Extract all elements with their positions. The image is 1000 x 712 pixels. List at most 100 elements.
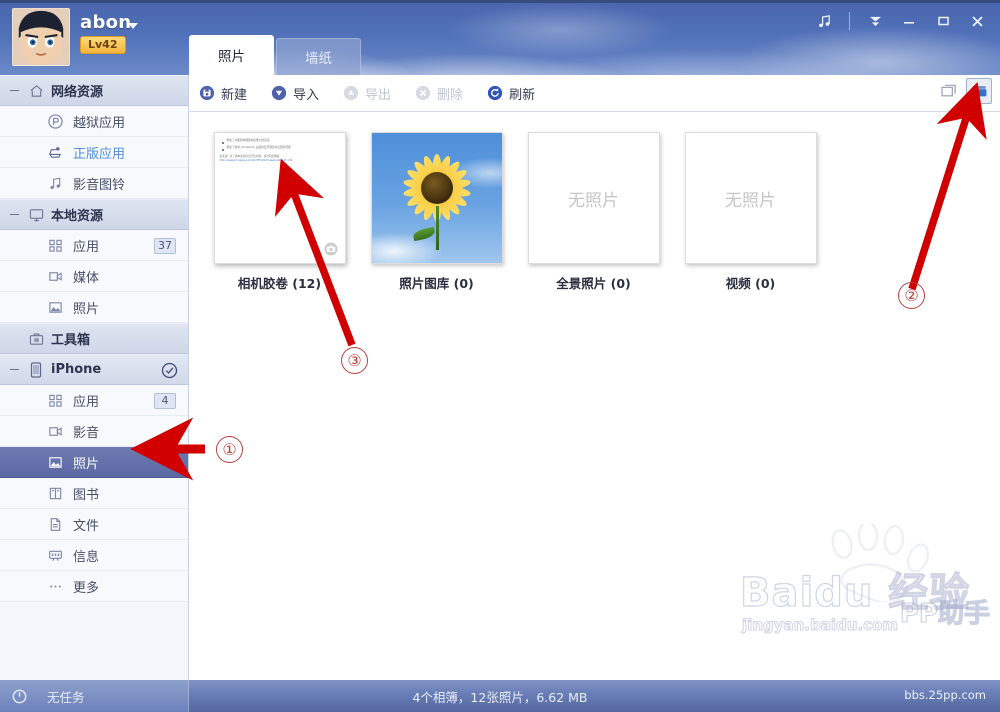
screenshot-preview: 修复了可能影响键盘响应能力的错误 修复了启用 VoiceOver 后使用蓝牙键盘…	[214, 133, 345, 263]
album-label: 全景照片 (0)	[556, 276, 631, 291]
album-label: 视频 (0)	[725, 276, 776, 291]
toolbar-label: 删除	[437, 87, 464, 103]
watermark: Baidu 经验 jingyan.baidu.com PP助手	[739, 524, 991, 646]
toolbar-delete-button[interactable]: 删除	[405, 75, 477, 112]
sidebar-item-device-photos[interactable]: 照片	[0, 447, 188, 478]
minimize-button[interactable]	[892, 8, 926, 34]
sidebar-item-official-apps[interactable]: 正版应用	[0, 137, 188, 168]
toolbox-icon	[27, 332, 45, 346]
toolbar: 新建 导入 导出 删除 刷新	[189, 75, 1000, 112]
apple-store-icon	[46, 143, 64, 161]
toolbar-import-button[interactable]: 导入	[261, 75, 333, 112]
status-site-label: bbs.25pp.com	[904, 688, 986, 702]
watermark-product: PP助手	[899, 598, 990, 629]
sidebar-item-local-apps[interactable]: 应用 37	[0, 230, 188, 261]
watermark-url: jingyan.baidu.com	[742, 616, 899, 635]
album-thumbnail[interactable]: 修复了可能影响键盘响应能力的错误 修复了启用 VoiceOver 后使用蓝牙键盘…	[213, 132, 346, 264]
status-summary: 4个相簿，12张照片，6.62 MB	[412, 689, 588, 705]
album-thumbnail[interactable]: 无照片	[527, 132, 660, 264]
sidebar-group-network[interactable]: 网络资源	[0, 75, 188, 106]
photo-icon	[46, 298, 64, 316]
book-icon	[46, 484, 64, 502]
sidebar-group-label: 网络资源	[51, 85, 104, 100]
sidebar-group-iphone[interactable]: iPhone	[0, 354, 188, 385]
toolbar-export-button[interactable]: 导出	[333, 75, 405, 112]
pp-icon	[46, 112, 64, 130]
level-badge: Lv42	[80, 36, 126, 54]
annotation-marker-2: ②	[898, 282, 925, 309]
sidebar-item-device-books[interactable]: 图书	[0, 478, 188, 509]
sidebar-item-device-messages[interactable]: 信息	[0, 540, 188, 571]
album-thumbnail[interactable]	[370, 132, 503, 264]
tab-photos[interactable]: 照片	[189, 35, 274, 75]
sidebar-item-label: 越狱应用	[73, 115, 126, 131]
sidebar-group-label: 本地资源	[51, 209, 104, 224]
sidebar-item-label: 图书	[73, 487, 100, 503]
sidebar-item-label: 更多	[73, 580, 100, 596]
tab-bar: 照片 墙纸	[189, 35, 363, 75]
screenshot-link: http://support.apple.com/kb/HT1222?viewl…	[219, 158, 293, 162]
sidebar-item-device-more[interactable]: 更多	[0, 571, 188, 602]
sidebar-item-toolbox[interactable]: 工具箱	[0, 323, 188, 354]
music-icon[interactable]	[807, 8, 841, 34]
album-label: 相机胶卷 (12)	[237, 276, 322, 291]
sidebar-item-badge: 4	[154, 393, 176, 409]
sidebar-item-label: 正版应用	[73, 146, 126, 162]
sidebar-item-device-apps[interactable]: 应用 4	[0, 385, 188, 416]
album-video[interactable]: 无照片 视频 (0)	[672, 132, 829, 292]
sidebar-item-label: 照片	[73, 456, 100, 472]
list-view-button[interactable]	[936, 78, 962, 104]
annotation-marker-3: ③	[341, 347, 368, 374]
album-photo-library[interactable]: 照片图库 (0)	[358, 132, 515, 292]
tab-wallpaper[interactable]: 墙纸	[276, 38, 361, 75]
more-dots-icon	[46, 577, 64, 595]
camera-badge-icon	[324, 242, 337, 256]
sidebar-item-local-photos[interactable]: 照片	[0, 292, 188, 323]
close-button[interactable]	[960, 8, 994, 34]
annotation-marker-1: ①	[216, 436, 243, 463]
collapse-icon[interactable]	[10, 214, 19, 215]
sidebar-item-label: 文件	[73, 518, 100, 534]
collapse-icon[interactable]	[10, 369, 19, 370]
sidebar-item-local-media[interactable]: 媒体	[0, 261, 188, 292]
new-album-icon	[199, 85, 215, 101]
sidebar-group-local[interactable]: 本地资源	[0, 199, 188, 230]
empty-placeholder: 无照片	[725, 190, 776, 211]
home-icon	[27, 84, 45, 98]
avatar[interactable]	[12, 8, 70, 66]
sidebar-item-media-ringtones[interactable]: 影音图铃	[0, 168, 188, 199]
screenshot-line: 修复了启用 VoiceOver 后使用蓝牙键盘对出现的问题	[226, 146, 291, 149]
album-panorama[interactable]: 无照片 全景照片 (0)	[515, 132, 672, 292]
toolbar-label: 导入	[293, 87, 320, 103]
toolbar-new-button[interactable]: 新建	[189, 75, 261, 112]
toolbar-refresh-button[interactable]: 刷新	[477, 75, 549, 112]
album-view-button[interactable]	[966, 78, 992, 104]
export-icon	[343, 85, 359, 101]
status-bar: 无任务 4个相簿，12张照片，6.62 MB bbs.25pp.com	[0, 680, 1000, 712]
more-menu-icon[interactable]	[858, 8, 892, 34]
album-label: 照片图库 (0)	[399, 276, 474, 291]
media-icon	[46, 267, 64, 285]
sidebar-item-label: 影音	[73, 425, 100, 441]
album-camera-roll[interactable]: 修复了可能影响键盘响应能力的错误 修复了启用 VoiceOver 后使用蓝牙键盘…	[201, 132, 358, 292]
sidebar-item-device-media[interactable]: 影音	[0, 416, 188, 447]
monitor-icon	[27, 208, 45, 222]
tab-label: 墙纸	[305, 51, 332, 67]
username-label[interactable]: abon	[80, 12, 131, 33]
titlebar-divider	[849, 12, 850, 30]
album-thumbnail[interactable]: 无照片	[684, 132, 817, 264]
sidebar: 网络资源 越狱应用 正版应用 影音图铃 本地资源 应用 37 媒体 照片 工具箱…	[0, 75, 189, 680]
sidebar-item-device-files[interactable]: 文件	[0, 509, 188, 540]
chevron-down-icon[interactable]	[128, 23, 138, 29]
sidebar-item-label: 工具箱	[51, 333, 91, 348]
collapse-icon[interactable]	[10, 90, 19, 91]
screenshot-line: 修复了可能影响键盘响应能力的错误	[226, 139, 270, 142]
apps-grid-icon	[46, 236, 64, 254]
sidebar-item-label: 影音图铃	[73, 177, 126, 193]
import-icon	[271, 85, 287, 101]
sidebar-item-jailbreak-apps[interactable]: 越狱应用	[0, 106, 188, 137]
toolbar-label: 新建	[221, 87, 248, 103]
empty-placeholder: 无照片	[568, 190, 619, 211]
tab-label: 照片	[218, 49, 245, 65]
maximize-button[interactable]	[926, 8, 960, 34]
